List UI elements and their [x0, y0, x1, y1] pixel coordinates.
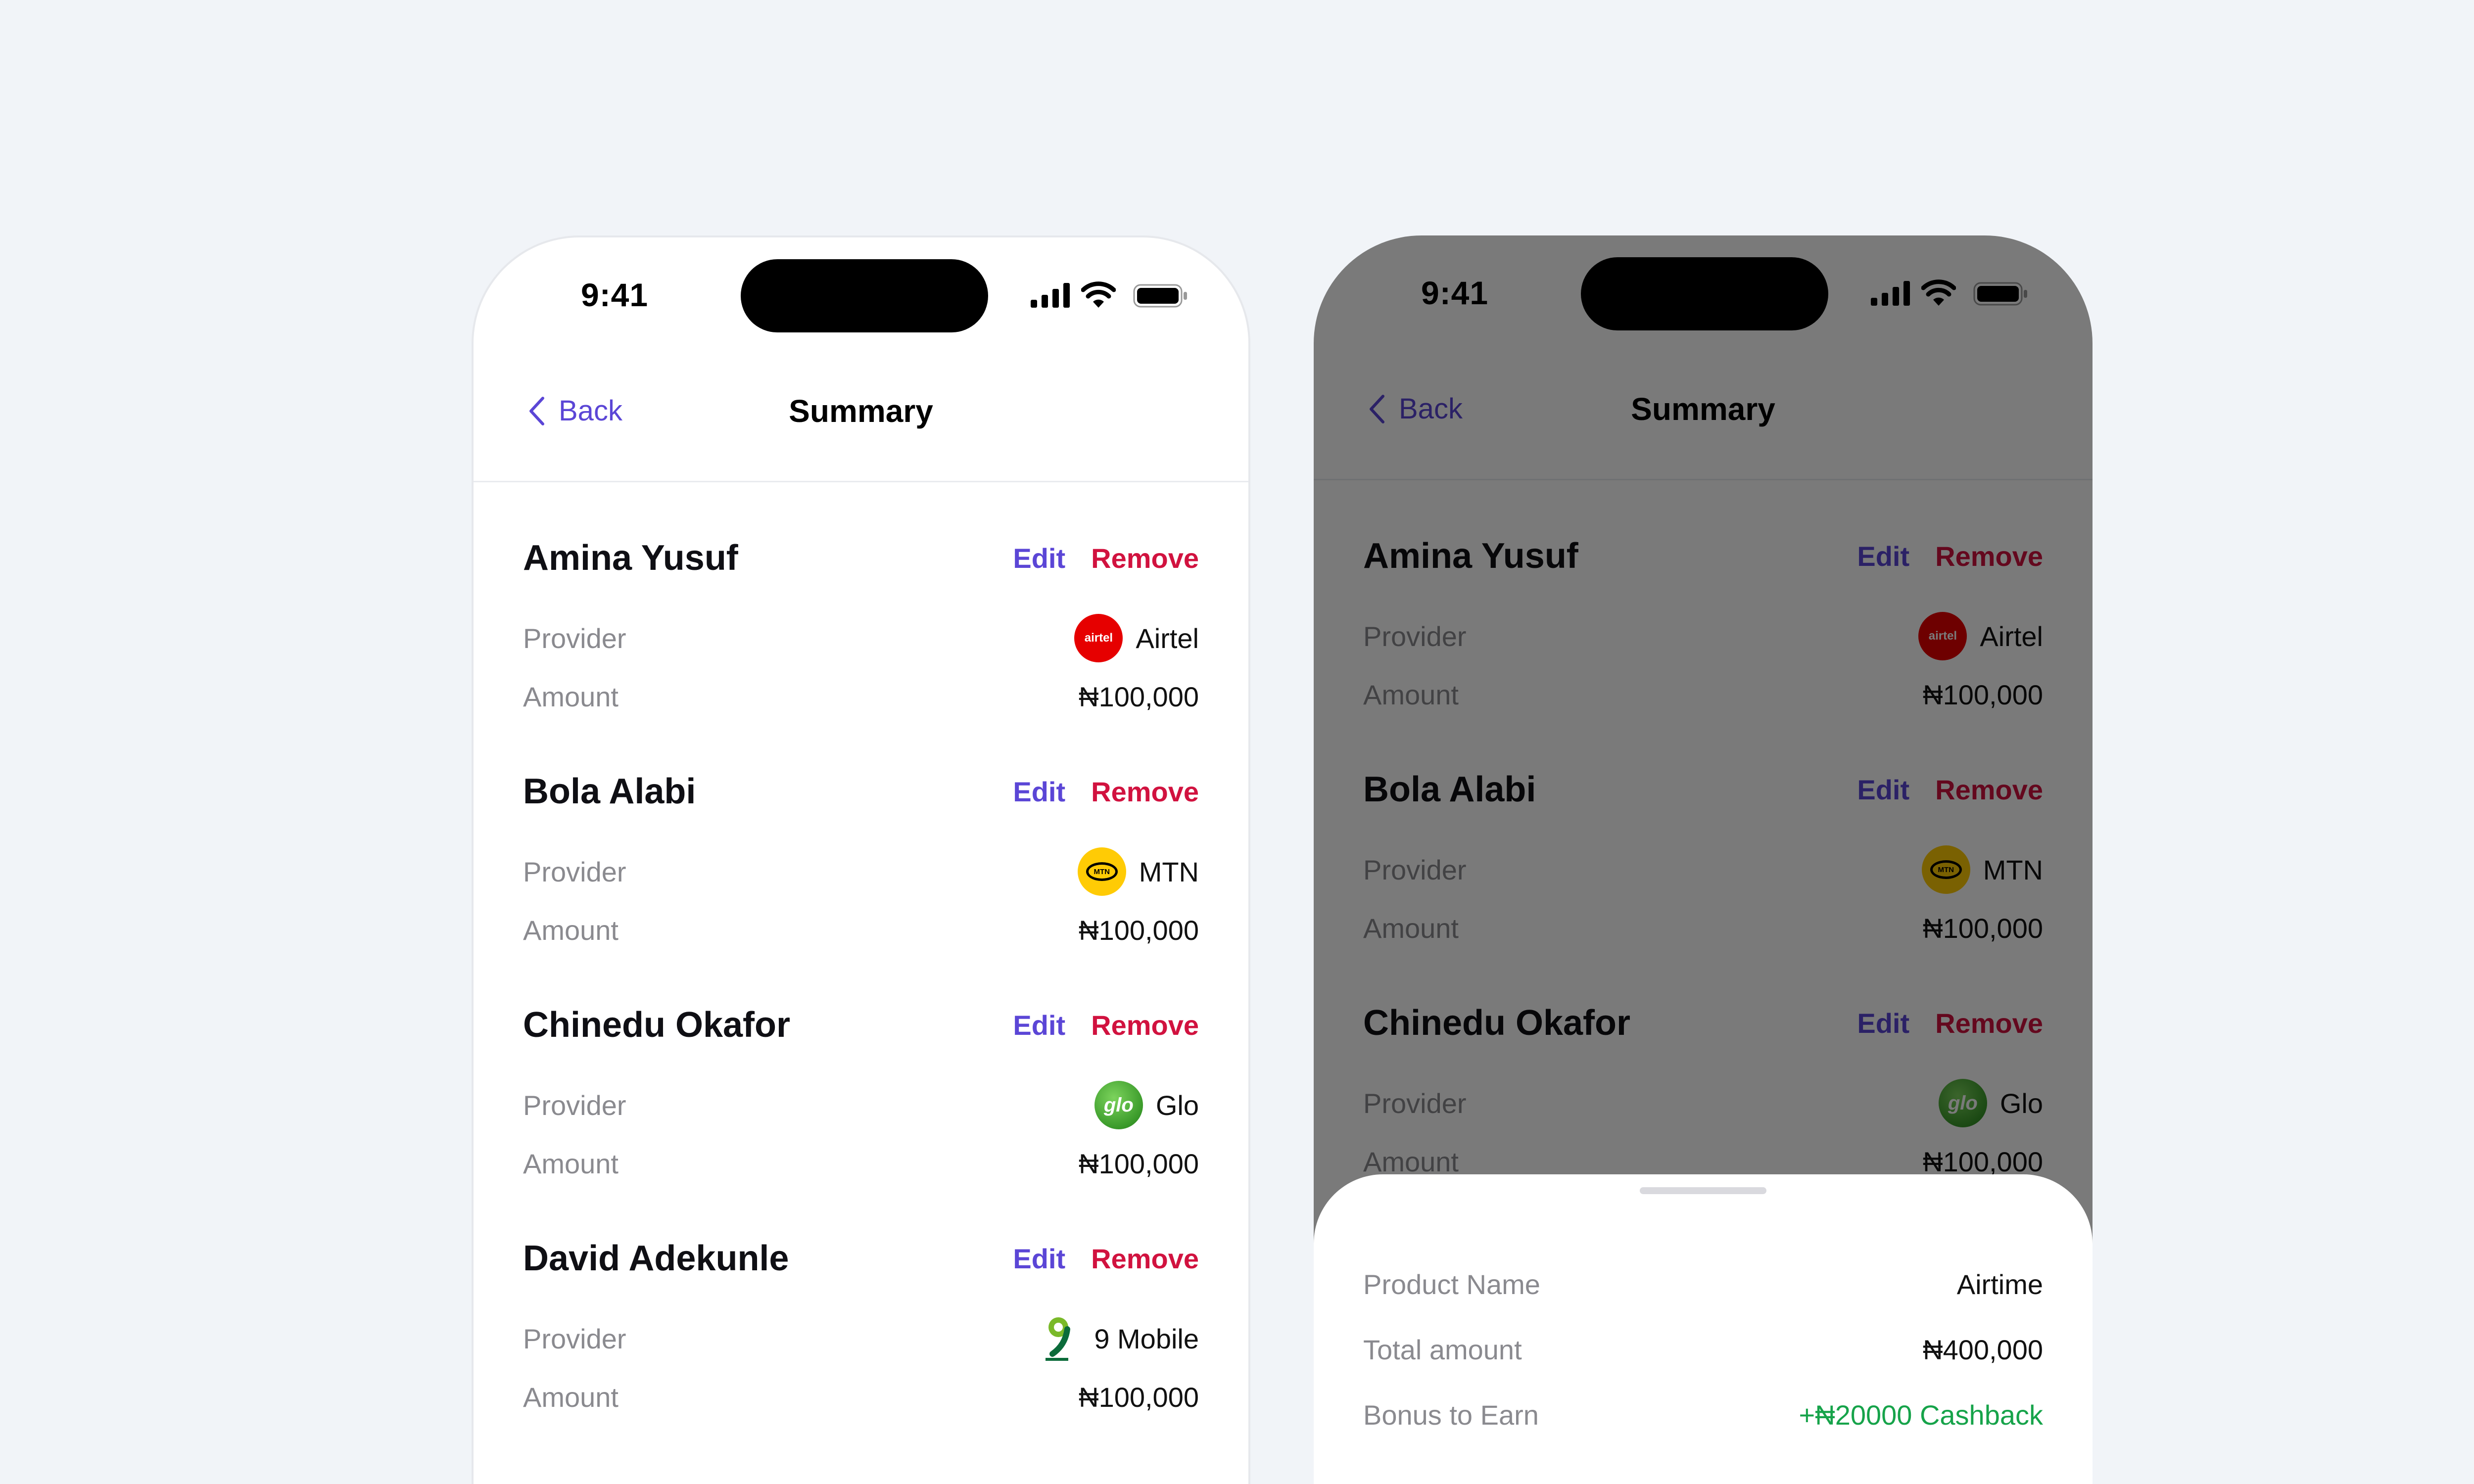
amount-value: ₦100,000 — [1079, 1381, 1199, 1413]
glo-logo-icon: glo — [1094, 1081, 1143, 1129]
sheet-drag-handle[interactable] — [1640, 1187, 1766, 1194]
provider-value: Airtel — [1136, 622, 1199, 654]
phone-screen-summary: 9:41 Back Summary Amina Yusuf Edit Remov… — [472, 235, 1250, 1484]
provider-label: Provider — [523, 1323, 626, 1354]
product-name-value: Airtime — [1956, 1269, 2043, 1300]
edit-button[interactable]: Edit — [1013, 1009, 1065, 1041]
remove-button[interactable]: Remove — [1091, 1009, 1199, 1041]
remove-button[interactable]: Remove — [1091, 776, 1199, 808]
provider-value: Glo — [1155, 1089, 1199, 1121]
dynamic-island — [741, 259, 988, 332]
bonus-label: Bonus to Earn — [1363, 1399, 1539, 1431]
logo-text: glo — [1103, 1094, 1134, 1116]
edit-button[interactable]: Edit — [1013, 542, 1065, 574]
logo-text: MTN — [1086, 862, 1118, 881]
navigation-bar: Back Summary — [474, 336, 1248, 482]
remove-button[interactable]: Remove — [1091, 1243, 1199, 1275]
remove-button[interactable]: Remove — [1091, 542, 1199, 574]
amount-value: ₦100,000 — [1079, 681, 1199, 712]
amount-label: Amount — [523, 914, 618, 946]
amount-value: ₦100,000 — [1079, 914, 1199, 946]
provider-label: Provider — [523, 622, 626, 654]
provider-label: Provider — [523, 1089, 626, 1121]
phone-screen-summary-sheet: 9:41 Back Summary — [1314, 235, 2093, 1484]
recipient-name: David Adekunle — [523, 1239, 789, 1278]
recipient-card: Bola Alabi Edit Remove Provider MTN MTN A… — [474, 716, 1248, 949]
amount-value: ₦100,000 — [1079, 1148, 1199, 1179]
bonus-value: +₦20000 Cashback — [1799, 1399, 2043, 1431]
status-time: 9:41 — [581, 277, 649, 313]
provider-value: 9 Mobile — [1094, 1323, 1199, 1354]
product-name-row: Product Name Airtime — [1363, 1268, 2043, 1300]
provider-label: Provider — [523, 856, 626, 887]
logo-text: airtel — [1084, 631, 1113, 645]
page-title: Summary — [789, 393, 933, 429]
recipient-list: Amina Yusuf Edit Remove Provider airtel A… — [474, 482, 1248, 1416]
amount-label: Amount — [523, 681, 618, 712]
total-amount-label: Total amount — [1363, 1334, 1522, 1365]
recipient-name: Bola Alabi — [523, 772, 696, 811]
product-name-label: Product Name — [1363, 1269, 1540, 1300]
total-amount-value: ₦400,000 — [1923, 1334, 2043, 1365]
recipient-name: Amina Yusuf — [523, 538, 738, 578]
status-bar: 9:41 — [474, 237, 1248, 336]
total-amount-row: Total amount ₦400,000 — [1363, 1334, 2043, 1366]
bonus-row: Bonus to Earn +₦20000 Cashback — [1363, 1399, 2043, 1431]
amount-label: Amount — [523, 1381, 618, 1413]
recipient-card: David Adekunle Edit Remove Provider 9 Mo… — [474, 1183, 1248, 1416]
cellular-signal-icon — [1031, 283, 1070, 308]
edit-button[interactable]: Edit — [1013, 776, 1065, 808]
mtn-logo-icon: MTN — [1077, 847, 1126, 896]
amount-label: Amount — [523, 1148, 618, 1179]
recipient-name: Chinedu Okafor — [523, 1005, 791, 1045]
airtel-logo-icon: airtel — [1074, 614, 1123, 662]
wifi-icon — [1081, 281, 1116, 308]
summary-bottom-sheet: Product Name Airtime Total amount ₦400,0… — [1314, 1174, 2093, 1484]
edit-button[interactable]: Edit — [1013, 1243, 1065, 1275]
recipient-card: Amina Yusuf Edit Remove Provider airtel A… — [474, 482, 1248, 716]
battery-icon — [1133, 284, 1187, 308]
recipient-card: Chinedu Okafor Edit Remove Provider glo G… — [474, 949, 1248, 1183]
9mobile-logo-icon — [1046, 1317, 1071, 1361]
provider-value: MTN — [1139, 856, 1199, 887]
